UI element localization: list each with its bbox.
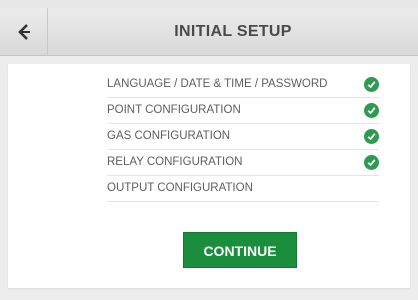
back-button[interactable] <box>0 8 48 55</box>
step-relay-configuration[interactable]: RELAY CONFIGURATION <box>107 150 379 176</box>
chevron-left-icon <box>17 23 31 41</box>
header-bar: INITIAL SETUP <box>0 8 418 56</box>
check-icon <box>364 103 379 118</box>
step-label: LANGUAGE / DATE & TIME / PASSWORD <box>107 78 328 90</box>
setup-step-list: LANGUAGE / DATE & TIME / PASSWORD POINT … <box>107 72 379 202</box>
step-point-configuration[interactable]: POINT CONFIGURATION <box>107 98 379 124</box>
setup-panel: LANGUAGE / DATE & TIME / PASSWORD POINT … <box>8 64 410 288</box>
check-icon <box>364 155 379 170</box>
check-icon <box>364 129 379 144</box>
step-label: RELAY CONFIGURATION <box>107 156 243 168</box>
check-icon <box>364 77 379 92</box>
continue-button[interactable]: CONTINUE <box>183 232 297 268</box>
step-label: OUTPUT CONFIGURATION <box>107 182 253 194</box>
step-label: GAS CONFIGURATION <box>107 130 231 142</box>
step-gas-configuration[interactable]: GAS CONFIGURATION <box>107 124 379 150</box>
step-language-date-time-password[interactable]: LANGUAGE / DATE & TIME / PASSWORD <box>107 72 379 98</box>
top-strip <box>0 0 418 8</box>
step-label: POINT CONFIGURATION <box>107 104 241 116</box>
page-title: INITIAL SETUP <box>174 23 292 40</box>
step-output-configuration[interactable]: OUTPUT CONFIGURATION <box>107 176 379 202</box>
